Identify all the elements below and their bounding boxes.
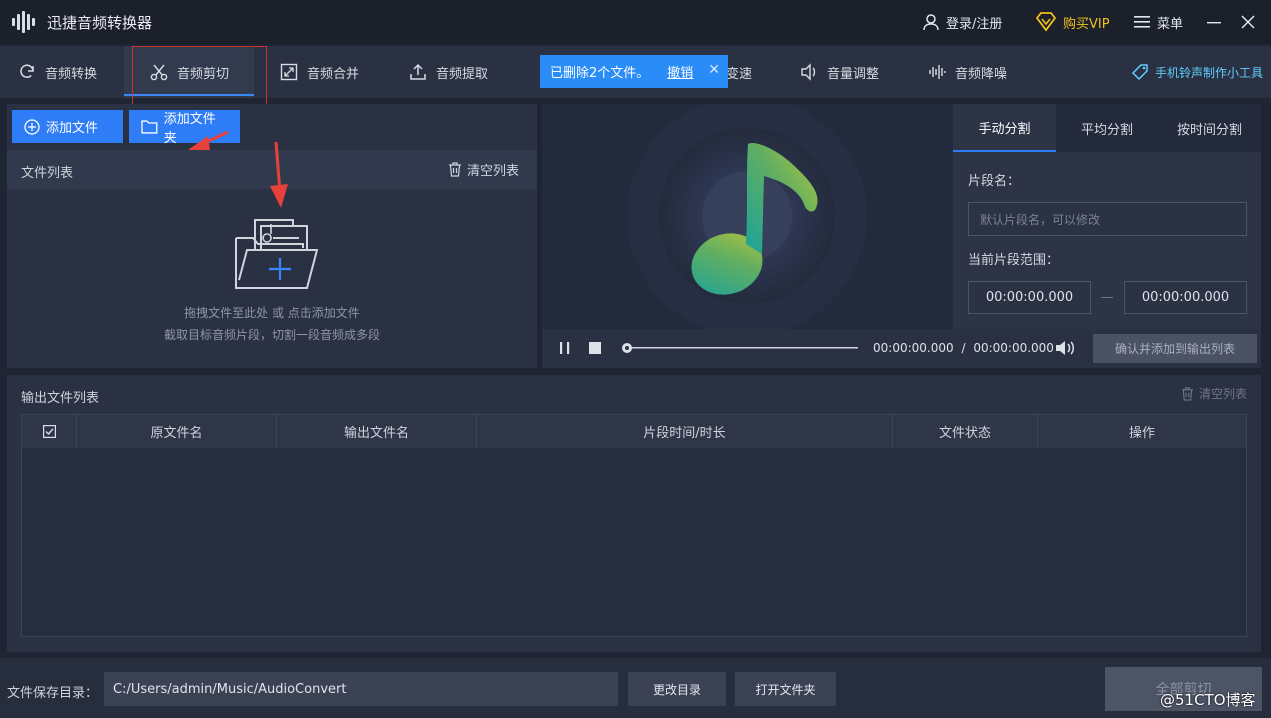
clear-output-list-button[interactable]: 清空列表 bbox=[1181, 385, 1247, 402]
select-all-checkbox[interactable] bbox=[22, 415, 77, 448]
column-file-status: 文件状态 bbox=[893, 415, 1038, 448]
segment-name-input[interactable]: 默认片段名，可以修改 bbox=[968, 202, 1247, 236]
output-table: 原文件名 输出文件名 片段时间/时长 文件状态 操作 bbox=[21, 414, 1247, 637]
plus-circle-icon bbox=[24, 118, 40, 135]
close-window-button[interactable] bbox=[1236, 10, 1260, 34]
range-dash bbox=[1101, 297, 1113, 298]
annotation-arrows bbox=[188, 130, 288, 208]
tab-speed-label: 变速 bbox=[726, 66, 753, 82]
player-bar: 00:00:00.000 / 00:00:00.000 确认并添加到输出列表 bbox=[542, 329, 1261, 368]
toast-close-icon[interactable]: ✕ bbox=[708, 62, 720, 78]
tab-audio-extract-label: 音频提取 bbox=[436, 66, 489, 82]
time-readout: 00:00:00.000 / 00:00:00.000 bbox=[873, 341, 1054, 355]
volume-icon bbox=[801, 63, 816, 81]
segment-name-label: 片段名： bbox=[968, 174, 1021, 189]
clear-output-list-label: 清空列表 bbox=[1198, 387, 1247, 401]
tag-icon bbox=[1131, 64, 1148, 81]
menu-label: 菜单 bbox=[1157, 16, 1184, 32]
tab-speed[interactable]: 变速 bbox=[726, 46, 752, 98]
ringtone-tool-label: 手机铃声制作小工具 bbox=[1155, 65, 1264, 80]
column-actions: 操作 bbox=[1128, 426, 1155, 441]
login-label: 登录/注册 bbox=[946, 16, 1003, 32]
close-icon bbox=[1241, 15, 1255, 29]
bottom-bar: 文件保存目录： C:/Users/admin/Music/AudioConver… bbox=[0, 658, 1271, 718]
clear-file-list-label: 清空列表 bbox=[466, 164, 519, 179]
tab-time-split[interactable]: 按时间分割 bbox=[1158, 104, 1261, 152]
title-bar: 迅捷音频转换器 登录/注册 购买VIP 菜单 bbox=[0, 0, 1271, 44]
stop-icon[interactable] bbox=[588, 341, 602, 355]
column-segment-time: 片段时间/时长 bbox=[477, 415, 893, 448]
tab-audio-merge[interactable]: 音频合并 bbox=[280, 46, 359, 98]
trash-icon bbox=[1181, 386, 1194, 401]
change-dir-button[interactable]: 更改目录 bbox=[628, 672, 726, 706]
output-panel: 输出文件列表 清空列表 原文件名 输出文件名 片段时间/时长 文件状态 操作 bbox=[7, 375, 1261, 652]
tab-audio-extract[interactable]: 音频提取 bbox=[409, 46, 488, 98]
split-panel: 手动分割 平均分割 按时间分割 片段名： 默认片段名，可以修改 当前片段范围： … bbox=[953, 104, 1261, 329]
refresh-icon bbox=[20, 64, 34, 78]
output-list-title: 输出文件列表 bbox=[21, 391, 100, 406]
save-dir-label: 文件保存目录： bbox=[7, 686, 99, 701]
menu-button[interactable]: 菜单 bbox=[1133, 11, 1183, 33]
merge-icon bbox=[280, 63, 298, 81]
save-dir-input[interactable]: C:/Users/admin/Music/AudioConvert bbox=[104, 672, 618, 706]
range-start-input[interactable]: 00:00:00.000 bbox=[968, 281, 1091, 314]
segment-range-label: 当前片段范围： bbox=[968, 253, 1060, 268]
tab-audio-convert-label: 音频转换 bbox=[45, 66, 98, 82]
folder-icon bbox=[141, 120, 158, 134]
open-folder-button[interactable]: 打开文件夹 bbox=[735, 672, 836, 706]
scissors-icon bbox=[150, 64, 168, 81]
range-end-input[interactable]: 00:00:00.000 bbox=[1124, 281, 1247, 314]
hamburger-icon bbox=[1134, 16, 1150, 28]
trash-icon bbox=[448, 162, 461, 177]
add-file-button[interactable]: 添加文件 bbox=[12, 110, 123, 143]
tab-manual-split[interactable]: 手动分割 bbox=[953, 104, 1056, 152]
speaker-icon[interactable] bbox=[1054, 339, 1076, 357]
buy-vip-button[interactable]: 购买VIP bbox=[1035, 11, 1110, 33]
folder-drop-icon[interactable] bbox=[233, 218, 319, 290]
tab-noise-reduction[interactable]: 音频降噪 bbox=[928, 46, 1007, 98]
app-logo-icon bbox=[8, 7, 38, 37]
drop-sub-text: 截取目标音频片段，切割一段音频成多段 bbox=[163, 328, 380, 342]
tab-audio-cut[interactable]: 音频剪切 bbox=[124, 46, 254, 98]
audio-preview bbox=[542, 104, 953, 329]
time-separator: / bbox=[961, 341, 966, 355]
ringtone-tool-link[interactable]: 手机铃声制作小工具 bbox=[1131, 63, 1263, 81]
split-tabs: 手动分割 平均分割 按时间分割 bbox=[953, 104, 1261, 152]
toast-message: 已删除2个文件。 bbox=[550, 66, 650, 81]
drop-hint-text: 拖拽文件至此处 或 点击添加文件 bbox=[184, 306, 360, 320]
user-icon bbox=[923, 14, 939, 31]
watermark: @51CTO博客 bbox=[1160, 691, 1256, 709]
tab-volume-adjust[interactable]: 音量调整 bbox=[800, 46, 879, 98]
progress-slider[interactable] bbox=[620, 341, 860, 355]
clear-file-list-button[interactable]: 清空列表 bbox=[448, 160, 519, 179]
confirm-add-output-button[interactable]: 确认并添加到输出列表 bbox=[1093, 334, 1257, 363]
pause-icon[interactable] bbox=[558, 341, 572, 355]
login-button[interactable]: 登录/注册 bbox=[922, 11, 1002, 33]
tab-audio-cut-label: 音频剪切 bbox=[177, 66, 230, 82]
app-title: 迅捷音频转换器 bbox=[47, 14, 153, 32]
music-note-icon bbox=[627, 104, 867, 329]
vip-label: 购买VIP bbox=[1063, 16, 1110, 32]
current-time: 00:00:00.000 bbox=[873, 341, 954, 355]
tab-audio-merge-label: 音频合并 bbox=[307, 66, 360, 82]
tab-volume-adjust-label: 音量调整 bbox=[827, 66, 880, 82]
minimize-icon bbox=[1207, 22, 1221, 24]
checkbox-checked-icon bbox=[42, 425, 56, 438]
waveform-icon bbox=[929, 65, 946, 79]
tab-average-split[interactable]: 平均分割 bbox=[1056, 104, 1158, 152]
deleted-files-toast: 已删除2个文件。 撤销 ✕ bbox=[540, 55, 728, 88]
diamond-icon bbox=[1035, 12, 1057, 32]
undo-link[interactable]: 撤销 bbox=[667, 62, 693, 81]
upload-icon bbox=[410, 63, 426, 80]
column-output-name: 输出文件名 bbox=[277, 415, 477, 448]
column-source-name: 原文件名 bbox=[77, 415, 277, 448]
tab-audio-convert[interactable]: 音频转换 bbox=[18, 46, 97, 98]
file-list-title: 文件列表 bbox=[21, 166, 74, 181]
minimize-button[interactable] bbox=[1202, 10, 1226, 34]
tab-noise-reduction-label: 音频降噪 bbox=[955, 66, 1008, 82]
table-header: 原文件名 输出文件名 片段时间/时长 文件状态 操作 bbox=[22, 415, 1246, 448]
total-time: 00:00:00.000 bbox=[973, 341, 1054, 355]
add-file-label: 添加文件 bbox=[46, 121, 99, 136]
